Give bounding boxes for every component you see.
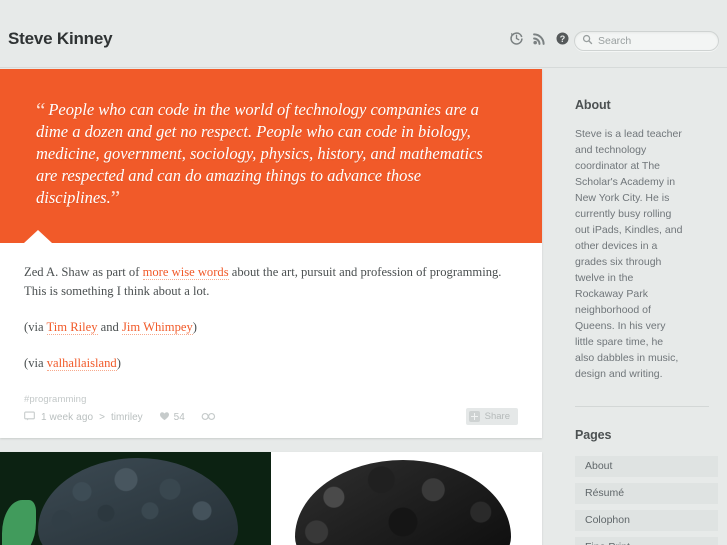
plus-square-icon — [468, 411, 480, 422]
post-body: Zed A. Shaw as part of more wise words a… — [0, 243, 542, 373]
note-count-group[interactable]: 54 — [159, 411, 185, 424]
search-icon — [582, 32, 593, 50]
sidebar-item-colophon[interactable]: Colophon — [575, 510, 718, 531]
post-timestamp[interactable]: 1 week ago — [41, 412, 93, 423]
link-valhallaisland[interactable]: valhallaisland — [46, 356, 117, 371]
via1-suffix: ) — [192, 320, 197, 334]
photo-portrait-afro-bw[interactable] — [271, 452, 542, 545]
history-icon[interactable] — [509, 31, 524, 46]
via2-prefix: (via — [24, 356, 47, 370]
sidebar-item-fine-print[interactable]: Fine Print — [575, 537, 718, 545]
sidebar-item-about[interactable]: About — [575, 456, 718, 477]
meta-separator: > — [99, 412, 105, 423]
quote-post: “People who can code in the world of tec… — [0, 69, 542, 438]
header-icon-group: ? — [509, 31, 570, 46]
site-title[interactable]: Steve Kinney — [8, 29, 113, 49]
photo-hair — [38, 458, 238, 545]
link-more-wise-words[interactable]: more wise words — [142, 265, 229, 280]
about-heading: About — [575, 98, 611, 112]
sidebar-item-resume[interactable]: Résumé — [575, 483, 718, 504]
source-text-before: Zed A. Shaw as part of — [24, 265, 143, 279]
photo-background-foliage — [2, 500, 36, 545]
quote-post-icon — [24, 411, 35, 424]
search-input[interactable] — [598, 33, 708, 49]
via2-suffix: ) — [116, 356, 121, 370]
post-paragraph-source: Zed A. Shaw as part of more wise words a… — [24, 263, 518, 301]
sidebar-pages-section: Pages About Résumé Colophon Fine Print T… — [575, 407, 727, 545]
rss-icon[interactable] — [532, 31, 547, 46]
quote-text-container: “People who can code in the world of tec… — [36, 99, 506, 209]
link-tim-riley[interactable]: Tim Riley — [46, 320, 98, 335]
share-button[interactable]: Share — [465, 408, 518, 425]
svg-text:?: ? — [560, 34, 566, 44]
share-label: Share — [484, 411, 510, 422]
via1-prefix: (via — [24, 320, 47, 334]
quote-mark-open: “ — [36, 98, 46, 122]
quote-mark-close: ” — [110, 186, 121, 210]
quote-tail-notch — [24, 230, 52, 243]
post-paragraph-via-2: (via valhallaisland) — [24, 354, 518, 373]
post-paragraph-via-1: (via Tim Riley and Jim Whimpey) — [24, 318, 518, 337]
post-meta-row: 1 week ago > timriley 54 — [24, 411, 518, 424]
pages-heading: Pages — [575, 428, 612, 442]
link-jim-whimpey[interactable]: Jim Whimpey — [121, 320, 193, 335]
post-meta: #programming 1 week ago > timriley 54 Sh… — [0, 390, 542, 438]
sidebar-about-section: About Steve is a lead teacher and techno… — [575, 69, 727, 382]
quote-block: “People who can code in the world of tec… — [0, 69, 542, 243]
note-count: 54 — [173, 412, 185, 423]
quote-text: People who can code in the world of tech… — [36, 100, 483, 207]
help-icon[interactable]: ? — [555, 31, 570, 46]
photo-portrait-curly-hair-color[interactable] — [0, 452, 271, 545]
infinity-icon[interactable] — [201, 412, 216, 424]
photo-afro-hair — [295, 460, 511, 545]
main-content-column: “People who can code in the world of tec… — [0, 69, 560, 545]
sidebar: About Steve is a lead teacher and techno… — [575, 69, 727, 545]
post-author[interactable]: timriley — [111, 412, 143, 423]
heart-icon — [159, 411, 170, 424]
site-header: Steve Kinney ? — [0, 0, 727, 68]
via1-conjunction: and — [97, 320, 122, 334]
post-tags[interactable]: #programming — [24, 394, 518, 405]
search-box[interactable] — [574, 31, 719, 51]
about-text: Steve is a lead teacher and technology c… — [575, 128, 683, 380]
photo-post — [0, 452, 542, 545]
